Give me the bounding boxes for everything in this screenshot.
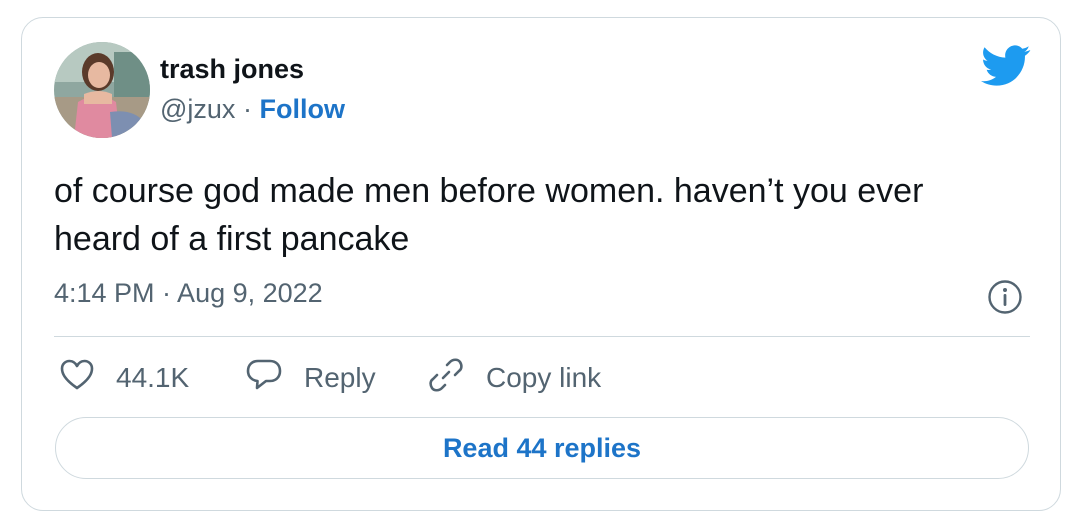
speech-bubble-icon <box>246 358 304 399</box>
divider <box>54 336 1030 337</box>
reply-button[interactable]: Reply <box>246 356 376 400</box>
avatar[interactable] <box>54 42 150 138</box>
tweet-timestamp[interactable]: 4:14 PM · Aug 9, 2022 <box>54 278 323 309</box>
follow-link[interactable]: Follow <box>259 94 344 124</box>
likes-count: 44.1K <box>116 362 190 393</box>
handle-row: @jzux · Follow <box>160 94 345 125</box>
like-button[interactable]: 44.1K <box>60 356 189 400</box>
separator: · <box>242 94 252 124</box>
reply-label: Reply <box>304 362 376 393</box>
read-replies-button[interactable]: Read 44 replies <box>55 417 1029 479</box>
author-name[interactable]: trash jones <box>160 54 304 85</box>
info-icon[interactable] <box>987 279 1023 315</box>
twitter-bird-icon[interactable] <box>981 45 1031 87</box>
heart-icon <box>60 359 116 398</box>
link-icon <box>428 357 486 400</box>
copy-link-label: Copy link <box>486 362 602 393</box>
author-handle[interactable]: @jzux <box>160 94 235 124</box>
tweet-text: of course god made men before women. hav… <box>54 172 924 258</box>
copy-link-button[interactable]: Copy link <box>428 356 601 400</box>
